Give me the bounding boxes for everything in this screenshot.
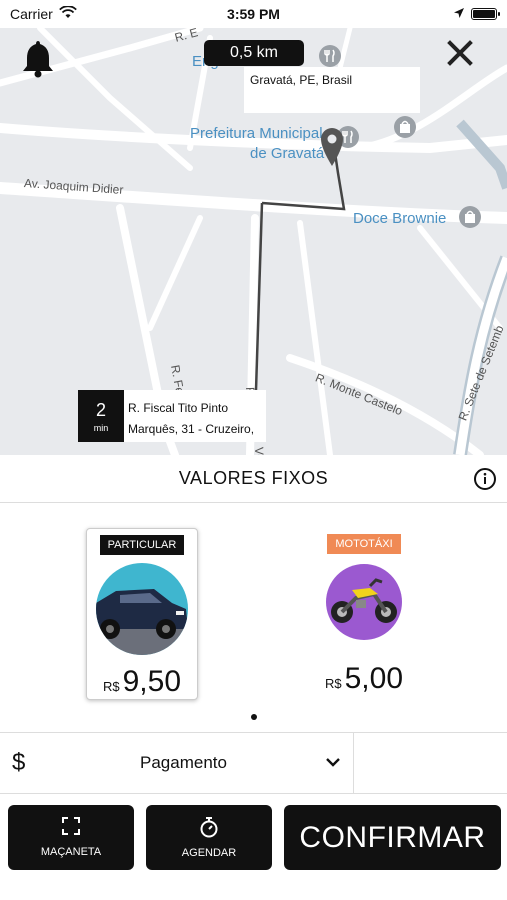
price-currency: R$ xyxy=(102,679,120,694)
ride-option-mototaxi[interactable]: MOTOTÁXI R$ 5,00 xyxy=(308,528,420,700)
street-ve: Ve xyxy=(252,446,267,455)
notification-bell-icon[interactable] xyxy=(20,38,56,83)
status-left: Carrier xyxy=(10,5,77,22)
battery-icon xyxy=(471,8,500,20)
stopwatch-icon xyxy=(199,816,219,843)
carrier-label: Carrier xyxy=(10,6,53,22)
info-icon[interactable] xyxy=(473,467,497,491)
fullscreen-icon xyxy=(62,817,80,840)
confirm-button[interactable]: CONFIRMAR xyxy=(284,805,501,870)
poi-prefeitura-line2: de Gravatá xyxy=(250,145,325,162)
ride-option-particular[interactable]: PARTICULAR R$ 9,50 xyxy=(86,528,198,700)
origin-address-line1: R. Fiscal Tito Pinto xyxy=(128,401,229,415)
shopping-bag-icon xyxy=(394,116,416,138)
battery-fill xyxy=(473,10,495,18)
ride-type-badge: PARTICULAR xyxy=(99,535,185,555)
close-icon[interactable] xyxy=(447,40,473,71)
eta-block: 2 min xyxy=(78,390,124,442)
price-value: 5,00 xyxy=(344,662,403,695)
handle-button[interactable]: MAÇANETA xyxy=(8,805,134,870)
payment-extra-slot xyxy=(354,733,507,793)
origin-address-line2: Marquês, 31 - Cruzeiro, xyxy=(128,422,255,436)
sheet-header: VALORES FIXOS xyxy=(0,455,507,503)
ride-price: R$ 5,00 xyxy=(325,662,403,696)
origin-callout[interactable]: 2 min R. Fiscal Tito Pinto Marquês, 31 -… xyxy=(78,390,266,442)
car-icon xyxy=(96,563,188,655)
sheet-title: VALORES FIXOS xyxy=(178,468,329,488)
restaurant-icon xyxy=(319,45,341,67)
price-value: 9,50 xyxy=(122,665,181,698)
wifi-icon xyxy=(58,5,77,22)
payment-row: $ Pagamento xyxy=(0,732,507,794)
destination-callout[interactable]: Gravatá, PE, Brasil xyxy=(244,67,420,113)
destination-address: Gravatá, PE, Brasil xyxy=(250,73,353,87)
handle-button-label: MAÇANETA xyxy=(40,846,102,858)
poi-prefeitura-line1: Prefeitura Municipal xyxy=(190,125,323,142)
poi-doce-brownie-label: Doce Brownie xyxy=(353,210,447,227)
motorcycle-icon xyxy=(326,564,402,640)
eta-minutes: 2 xyxy=(95,399,106,420)
map-view[interactable]: Av. Joaquim Didier R. Felix R. Monte Cas… xyxy=(0,28,507,455)
ride-price: R$ 9,50 xyxy=(103,665,181,699)
chevron-down-icon xyxy=(325,754,341,772)
schedule-button[interactable]: AGENDAR xyxy=(146,805,272,870)
payment-selector[interactable]: $ Pagamento xyxy=(0,733,354,793)
payment-label: Pagamento xyxy=(140,753,227,772)
shopping-bag-icon-2 xyxy=(459,206,481,228)
ride-type-badge: MOTOTÁXI xyxy=(327,534,401,554)
location-arrow-icon xyxy=(453,6,465,22)
confirm-button-label: CONFIRMAR xyxy=(299,820,486,854)
status-right xyxy=(453,6,500,22)
eta-unit: min xyxy=(93,422,109,433)
price-currency: R$ xyxy=(324,676,342,691)
dollar-icon: $ xyxy=(12,749,26,776)
schedule-button-label: AGENDAR xyxy=(181,847,237,859)
distance-badge: 0,5 km xyxy=(204,40,304,66)
origin-address: R. Fiscal Tito Pinto Marquês, 31 - Cruze… xyxy=(124,390,258,442)
page-indicator-dot xyxy=(251,714,257,720)
status-bar: Carrier 3:59 PM xyxy=(0,0,507,28)
destination-pin-icon xyxy=(319,126,345,171)
